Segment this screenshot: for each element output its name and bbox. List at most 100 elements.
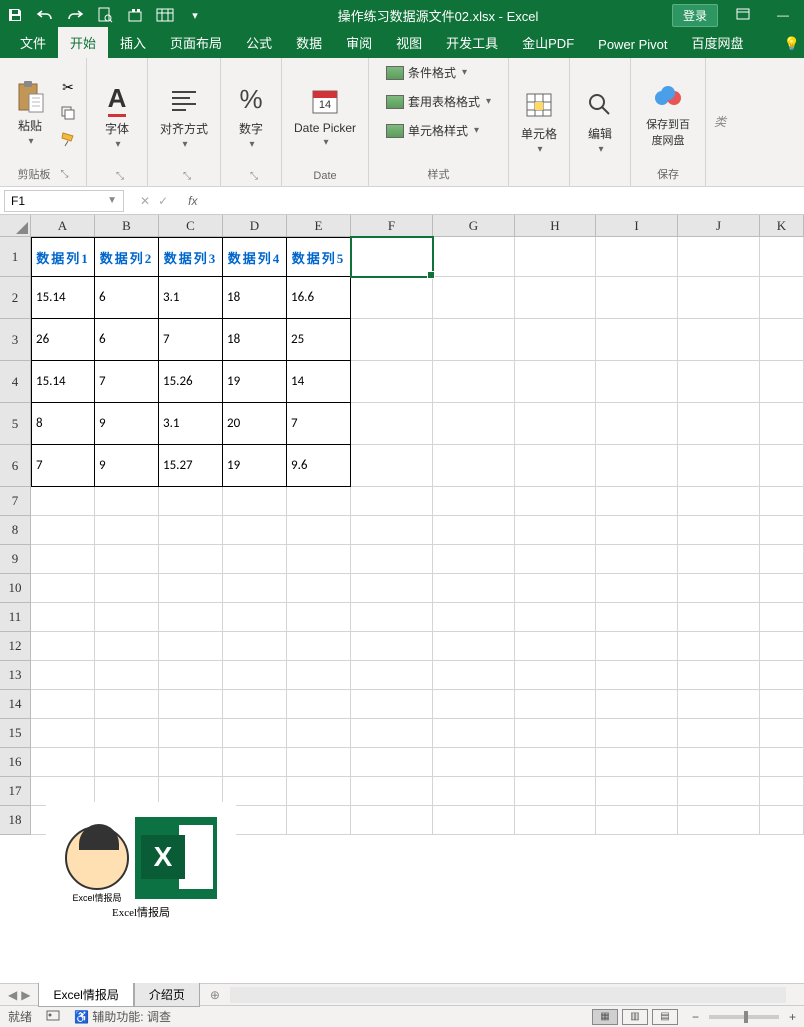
- cell[interactable]: [351, 690, 433, 719]
- cell[interactable]: 9: [95, 445, 159, 487]
- cell[interactable]: [515, 277, 596, 319]
- column-header[interactable]: A: [31, 215, 95, 237]
- cell[interactable]: 15.14: [31, 361, 95, 403]
- cell[interactable]: [287, 487, 351, 516]
- column-header[interactable]: I: [596, 215, 678, 237]
- cell[interactable]: 18: [223, 319, 287, 361]
- cell[interactable]: [760, 487, 804, 516]
- cell[interactable]: [351, 445, 433, 487]
- cell[interactable]: [159, 661, 223, 690]
- cell[interactable]: [515, 445, 596, 487]
- column-header[interactable]: E: [287, 215, 351, 237]
- cell[interactable]: [760, 603, 804, 632]
- cell[interactable]: [223, 487, 287, 516]
- cell[interactable]: [287, 603, 351, 632]
- cell[interactable]: [31, 545, 95, 574]
- cell[interactable]: [433, 319, 515, 361]
- cell[interactable]: [351, 719, 433, 748]
- cell[interactable]: 26: [31, 319, 95, 361]
- tab-formulas[interactable]: 公式: [234, 27, 284, 58]
- cell[interactable]: [351, 516, 433, 545]
- row-header[interactable]: 2: [0, 277, 31, 319]
- cell[interactable]: [159, 632, 223, 661]
- cell[interactable]: [433, 777, 515, 806]
- cell[interactable]: [760, 806, 804, 835]
- cell[interactable]: [351, 319, 433, 361]
- cell[interactable]: [351, 487, 433, 516]
- date-picker-button[interactable]: 14 Date Picker▾: [290, 79, 360, 152]
- tab-view[interactable]: 视图: [384, 27, 434, 58]
- cell[interactable]: 8: [31, 403, 95, 445]
- cell[interactable]: [31, 719, 95, 748]
- cell[interactable]: [433, 632, 515, 661]
- cell[interactable]: [287, 806, 351, 835]
- cell[interactable]: [515, 574, 596, 603]
- cell[interactable]: [223, 574, 287, 603]
- cell[interactable]: 19: [223, 361, 287, 403]
- save-icon[interactable]: [6, 6, 24, 24]
- row-header[interactable]: 18: [0, 806, 31, 835]
- cell[interactable]: [95, 516, 159, 545]
- cell[interactable]: [515, 748, 596, 777]
- enter-icon[interactable]: ✓: [158, 194, 168, 208]
- cell[interactable]: [351, 277, 433, 319]
- tab-baidu[interactable]: 百度网盘: [680, 27, 756, 58]
- cell[interactable]: [596, 361, 678, 403]
- cell[interactable]: [515, 603, 596, 632]
- cell[interactable]: 数据列5: [287, 237, 351, 277]
- row-header[interactable]: 16: [0, 748, 31, 777]
- cell[interactable]: [95, 487, 159, 516]
- cell[interactable]: [760, 632, 804, 661]
- zoom-in-button[interactable]: +: [789, 1010, 796, 1024]
- cell[interactable]: [433, 574, 515, 603]
- cell[interactable]: 7: [159, 319, 223, 361]
- row-header[interactable]: 12: [0, 632, 31, 661]
- cell[interactable]: 数据列3: [159, 237, 223, 277]
- cell[interactable]: 3.1: [159, 277, 223, 319]
- cell[interactable]: [287, 690, 351, 719]
- undo-icon[interactable]: [36, 6, 54, 24]
- editing-button[interactable]: 编辑▾: [578, 83, 622, 159]
- cell[interactable]: 18: [223, 277, 287, 319]
- cell[interactable]: [678, 806, 760, 835]
- cell[interactable]: [596, 661, 678, 690]
- cell[interactable]: [678, 719, 760, 748]
- cell[interactable]: [515, 545, 596, 574]
- row-header[interactable]: 17: [0, 777, 31, 806]
- cell[interactable]: [596, 719, 678, 748]
- cell[interactable]: 9: [95, 403, 159, 445]
- print-preview-icon[interactable]: [96, 6, 114, 24]
- cell[interactable]: [351, 748, 433, 777]
- row-header[interactable]: 14: [0, 690, 31, 719]
- cell[interactable]: 7: [287, 403, 351, 445]
- cell[interactable]: [678, 319, 760, 361]
- paste-button[interactable]: 粘贴▾: [8, 75, 52, 151]
- cell[interactable]: 15.27: [159, 445, 223, 487]
- cell[interactable]: [760, 777, 804, 806]
- cell[interactable]: [596, 516, 678, 545]
- cell[interactable]: 3.1: [159, 403, 223, 445]
- cell[interactable]: [223, 545, 287, 574]
- cell[interactable]: [31, 574, 95, 603]
- cell[interactable]: [760, 574, 804, 603]
- cell[interactable]: [433, 545, 515, 574]
- cell[interactable]: [760, 277, 804, 319]
- page-break-view-icon[interactable]: ▤: [652, 1009, 678, 1025]
- cell[interactable]: [760, 361, 804, 403]
- cell[interactable]: 6: [95, 319, 159, 361]
- cell[interactable]: [287, 545, 351, 574]
- cell[interactable]: 7: [31, 445, 95, 487]
- accessibility-status[interactable]: ♿ 辅助功能: 调查: [74, 1008, 171, 1025]
- cell[interactable]: [31, 487, 95, 516]
- cell[interactable]: [760, 237, 804, 277]
- cell[interactable]: [515, 806, 596, 835]
- zoom-out-button[interactable]: −: [692, 1010, 699, 1024]
- cell[interactable]: [596, 445, 678, 487]
- column-header[interactable]: F: [351, 215, 433, 237]
- normal-view-icon[interactable]: ▦: [592, 1009, 618, 1025]
- cell[interactable]: [287, 574, 351, 603]
- cell[interactable]: [596, 806, 678, 835]
- cell[interactable]: [515, 516, 596, 545]
- qat-customize-icon[interactable]: ▾: [186, 6, 204, 24]
- cell[interactable]: [351, 777, 433, 806]
